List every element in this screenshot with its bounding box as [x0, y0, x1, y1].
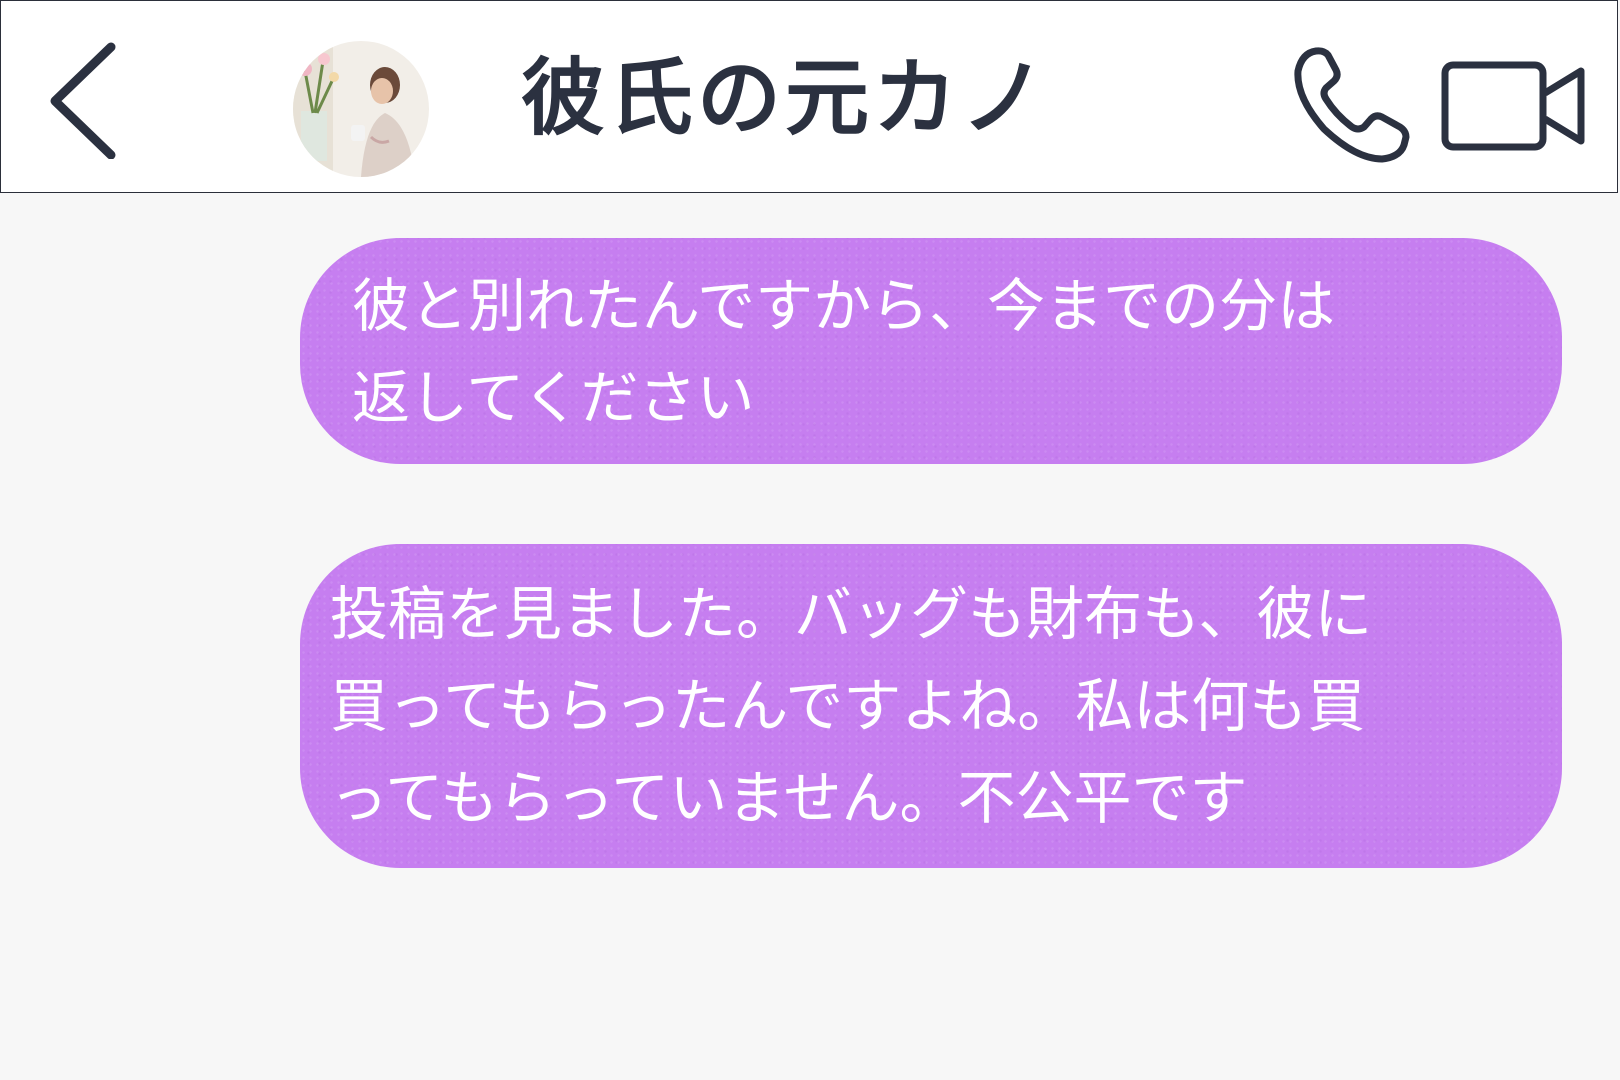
- video-call-button[interactable]: [1441, 57, 1591, 157]
- avatar[interactable]: [293, 41, 429, 177]
- video-camera-icon: [1441, 61, 1585, 151]
- message-text-line: 返してください: [352, 364, 755, 432]
- call-button[interactable]: [1286, 41, 1416, 171]
- avatar-image: [293, 41, 429, 177]
- back-button[interactable]: [41, 39, 131, 160]
- message-bubble: 彼と別れたんですから、今までの分は 返してください: [300, 238, 1562, 464]
- chat-header: 彼氏の元カノ: [0, 0, 1618, 193]
- message-text-line: ってもらっていません。不公平です: [330, 764, 1248, 832]
- message-text-line: 彼と別れたんですから、今までの分は: [352, 272, 1336, 340]
- message-text-line: 買ってもらったんですよね。私は何も買: [330, 672, 1366, 740]
- message-text-line: 投稿を見ました。バッグも財布も、彼に: [330, 580, 1373, 648]
- chevron-left-icon: [50, 42, 116, 160]
- message-bubble: 投稿を見ました。バッグも財布も、彼に 買ってもらったんですよね。私は何も買 って…: [300, 544, 1562, 868]
- chat-title: 彼氏の元カノ: [521, 49, 1050, 147]
- phone-icon: [1294, 47, 1410, 163]
